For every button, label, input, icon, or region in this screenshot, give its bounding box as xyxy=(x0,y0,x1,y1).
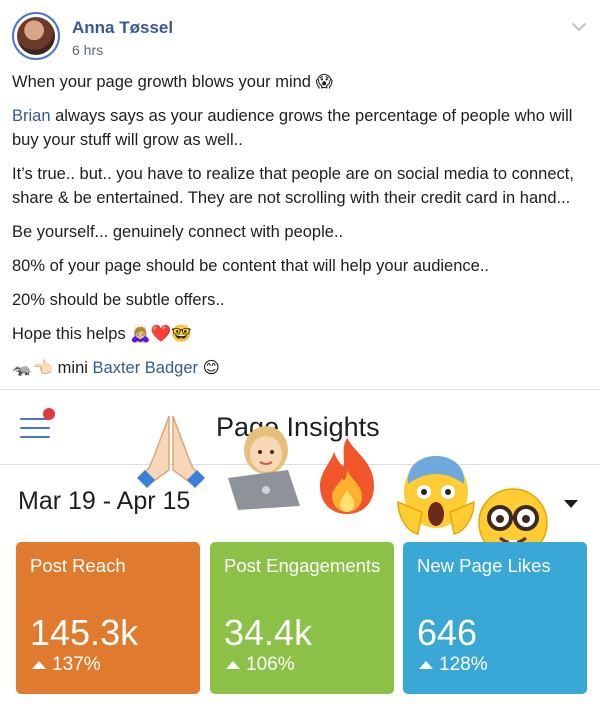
caret-down-icon[interactable] xyxy=(564,500,578,508)
card-label: New Page Likes xyxy=(417,555,551,576)
fire-emoji xyxy=(320,438,374,514)
post-line: Brian always says as your audience grows… xyxy=(12,104,588,152)
screaming-face-emoji xyxy=(397,456,475,535)
card-post-engagements[interactable]: Post Engagements 34.4k 106% xyxy=(210,542,394,694)
card-value: 34.4k xyxy=(224,612,313,653)
author-name[interactable]: Anna Tøssel xyxy=(72,18,173,38)
post-text: 😊 xyxy=(198,359,220,377)
post-line: 🦡👈🏻 mini Baxter Badger 😊 xyxy=(12,356,588,380)
triangle-up-icon xyxy=(226,661,240,669)
mention-link-brian[interactable]: Brian xyxy=(12,107,51,125)
menu-icon[interactable] xyxy=(20,408,55,442)
post-text: 🦡👈🏻 mini xyxy=(12,359,93,377)
chevron-down-icon[interactable] xyxy=(570,18,588,36)
card-label: Post Reach xyxy=(30,555,126,576)
post-line: Hope this helps 🙇🏼‍♀️❤️🤓 xyxy=(12,325,192,343)
triangle-up-icon xyxy=(32,661,46,669)
card-label: Post Engagements xyxy=(224,555,381,576)
post-timestamp[interactable]: 6 hrs xyxy=(72,42,103,58)
post-text: always says as your audience grows the p… xyxy=(12,107,573,149)
metric-cards: Post Reach 145.3k 137% Post Engagements … xyxy=(16,542,587,694)
card-change: 106% xyxy=(226,654,295,676)
red-dot-icon xyxy=(43,408,55,420)
page-insights-image[interactable]: Page Insights Mar 19 - Apr 15 Post Reach… xyxy=(0,390,600,712)
card-change: 137% xyxy=(32,654,101,676)
card-new-page-likes[interactable]: New Page Likes 646 128% xyxy=(403,542,587,694)
post-line: When your page growth blows your mind 😱 xyxy=(12,73,333,91)
card-change-value: 137% xyxy=(52,654,101,675)
post-line: It’s true.. but.. you have to realize th… xyxy=(12,165,574,207)
mention-link-baxter-badger[interactable]: Baxter Badger xyxy=(93,359,198,377)
card-change: 128% xyxy=(419,654,488,676)
triangle-up-icon xyxy=(419,661,433,669)
avatar[interactable] xyxy=(12,12,60,60)
date-range[interactable]: Mar 19 - Apr 15 xyxy=(18,487,190,516)
technologist-emoji xyxy=(228,426,300,510)
card-change-value: 106% xyxy=(246,654,295,675)
card-post-reach[interactable]: Post Reach 145.3k 137% xyxy=(16,542,200,694)
card-value: 646 xyxy=(417,612,478,653)
post-line: 80% of your page should be content that … xyxy=(12,257,489,275)
card-change-value: 128% xyxy=(439,654,488,675)
folded-hands-emoji xyxy=(137,415,205,488)
post-line: Be yourself... genuinely connect with pe… xyxy=(12,223,344,241)
post-line: 20% should be subtle offers.. xyxy=(12,291,225,309)
post-header: Anna Tøssel 6 hrs xyxy=(12,12,588,62)
post-body: When your page growth blows your mind 😱 … xyxy=(12,70,588,390)
card-value: 145.3k xyxy=(30,612,139,653)
avatar-photo xyxy=(17,17,55,55)
